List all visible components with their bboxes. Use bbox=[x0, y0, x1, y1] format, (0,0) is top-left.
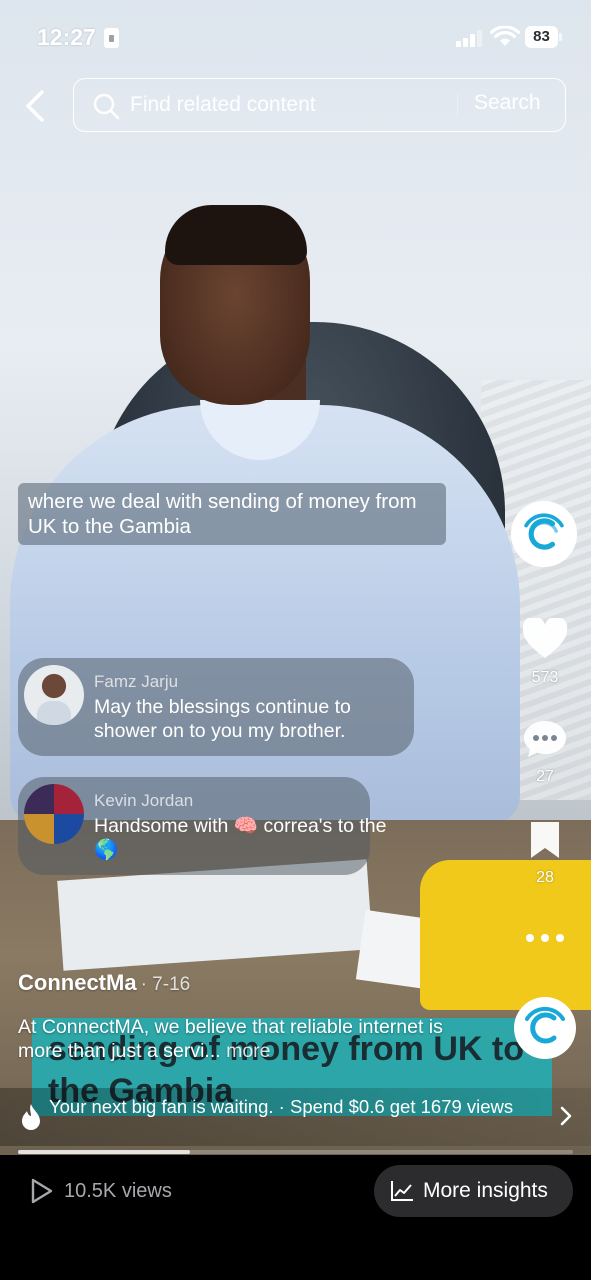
like-count: 573 bbox=[531, 669, 559, 686]
view-count: 10.5K views bbox=[64, 1180, 172, 1202]
promote-banner[interactable]: Your next big fan is waiting. · Spend $0… bbox=[0, 1088, 591, 1146]
comment-text: May the blessings continue to shower on … bbox=[94, 696, 351, 742]
save-count: 28 bbox=[536, 869, 554, 886]
comment-count: 27 bbox=[536, 768, 554, 785]
chevron-right-icon bbox=[560, 1106, 572, 1126]
sim-card-icon bbox=[104, 28, 119, 48]
person-shirt bbox=[10, 405, 520, 825]
creator-avatar[interactable] bbox=[511, 501, 577, 567]
search-input[interactable] bbox=[130, 89, 450, 121]
comment-username: Famz Jarju bbox=[94, 672, 179, 691]
promote-text: Your next big fan is waiting. · Spend $0… bbox=[49, 1096, 514, 1117]
post-date: · 7-16 bbox=[140, 974, 191, 995]
author-name[interactable]: ConnectMa · 7-16 bbox=[18, 970, 190, 996]
globe-emoji: 🌎 bbox=[94, 839, 119, 861]
playback-progress[interactable] bbox=[18, 1150, 573, 1154]
comment-button[interactable]: 27 bbox=[515, 719, 575, 786]
video-caption: where we deal with sending of money from… bbox=[18, 483, 446, 545]
back-chevron-icon[interactable] bbox=[18, 86, 54, 126]
save-button[interactable]: 28 bbox=[515, 820, 575, 887]
avatar[interactable] bbox=[24, 665, 84, 725]
bookmark-icon bbox=[531, 822, 559, 858]
post-description[interactable]: At ConnectMA, we believe that reliable i… bbox=[18, 1015, 448, 1063]
person-hair bbox=[165, 205, 307, 265]
more-insights-button[interactable]: More insights bbox=[374, 1165, 573, 1217]
comment-text-part: Handsome with bbox=[94, 815, 229, 837]
avatar[interactable] bbox=[24, 784, 84, 844]
status-bar: 12:27 83 bbox=[0, 0, 591, 74]
flame-icon bbox=[22, 1104, 40, 1130]
more-insights-label: More insights bbox=[423, 1179, 548, 1202]
status-time: 12:27 bbox=[37, 24, 96, 50]
more-link[interactable]: more bbox=[226, 1040, 270, 1062]
brain-emoji: 🧠 bbox=[233, 815, 259, 837]
battery-icon: 83 bbox=[525, 26, 563, 48]
search-bar[interactable]: Search bbox=[73, 78, 566, 132]
search-icon bbox=[93, 93, 120, 120]
search-divider bbox=[457, 94, 458, 118]
comment-text-part: correa's to the bbox=[263, 815, 387, 837]
cellular-signal-icon bbox=[456, 29, 484, 47]
battery-level: 83 bbox=[525, 26, 558, 48]
comment-text: Handsome with 🧠 correa's to the 🌎 bbox=[94, 814, 434, 862]
like-button[interactable]: 573 bbox=[515, 616, 575, 687]
search-button[interactable]: Search bbox=[474, 91, 541, 115]
comment-icon bbox=[524, 721, 566, 757]
comment-bubble[interactable]: Famz Jarju May the blessings continue to… bbox=[18, 658, 414, 756]
bottom-bar: 10.5K views More insights bbox=[0, 1155, 591, 1280]
playback-progress-fill bbox=[18, 1150, 191, 1154]
heart-icon bbox=[522, 616, 568, 658]
play-icon bbox=[31, 1178, 53, 1204]
more-options-icon[interactable] bbox=[524, 928, 566, 948]
comment-username: Kevin Jordan bbox=[94, 791, 194, 810]
comment-bubble[interactable]: Kevin Jordan Handsome with 🧠 correa's to… bbox=[18, 777, 386, 875]
author-handle[interactable]: ConnectMa bbox=[18, 970, 137, 995]
chart-icon bbox=[391, 1181, 413, 1201]
wifi-icon bbox=[490, 26, 520, 46]
sound-avatar[interactable] bbox=[514, 997, 576, 1059]
